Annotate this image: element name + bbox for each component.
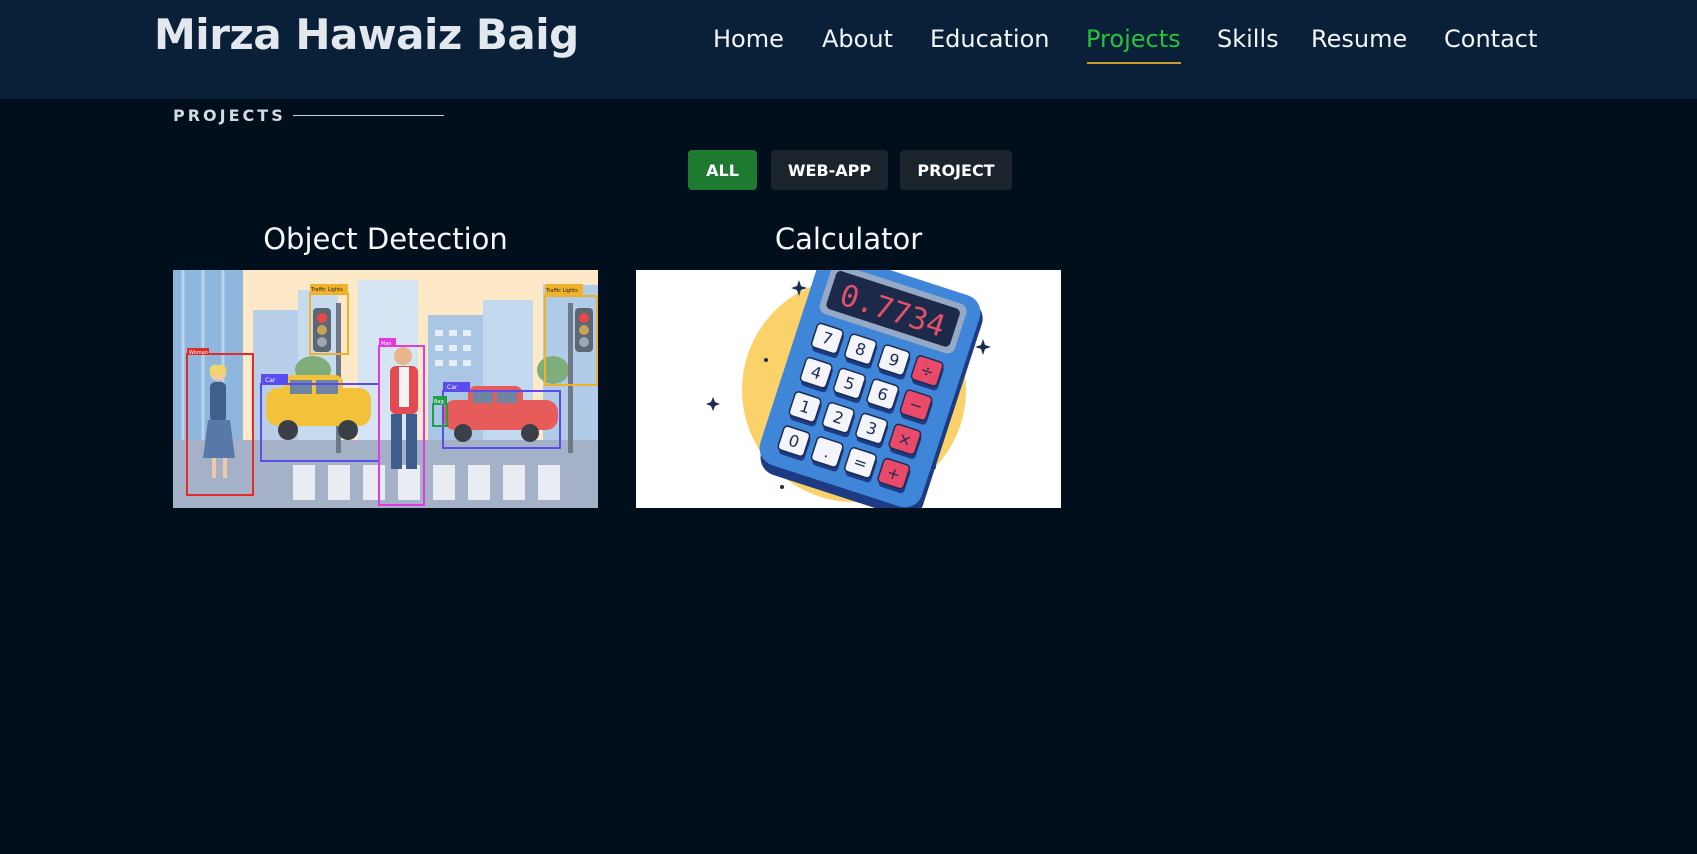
object-detection-thumbnail[interactable]: Woman Car Car Man Bag Traffic Lights Tra… <box>173 270 598 508</box>
project-title-calculator[interactable]: Calculator <box>636 222 1061 256</box>
nav-link-education[interactable]: Education <box>930 25 1049 53</box>
object-detection-illustration: Woman Car Car Man Bag Traffic Lights Tra… <box>173 270 598 508</box>
man-detection-label: Man <box>381 341 392 347</box>
nav-link-skills[interactable]: Skills <box>1217 25 1279 53</box>
nav-active-underline <box>1087 62 1181 64</box>
section-title-divider <box>293 115 444 116</box>
calculator-thumbnail[interactable]: 0.7734 7 8 9 ÷ 4 5 6−1 2 3 × 0. = + <box>636 270 1061 508</box>
filter-web-app-button[interactable]: WEB-APP <box>771 150 888 190</box>
calculator-illustration: 0.7734 789 ÷456 −123 ×0. = + <box>636 270 1061 508</box>
nav-link-about[interactable]: About <box>822 25 893 53</box>
main-nav: Home About Education Projects Skills Res… <box>0 0 1697 99</box>
nav-link-home[interactable]: Home <box>713 25 784 53</box>
traffic-light-detection-label-2: Traffic Lights <box>545 288 578 294</box>
nav-link-projects[interactable]: Projects <box>1086 25 1181 53</box>
car-detection-label-1: Car <box>265 377 276 384</box>
traffic-light-detection-label-1: Traffic Lights <box>310 287 343 293</box>
site-header: Mirza Hawaiz Baig Home About Education P… <box>0 0 1697 99</box>
filter-project-button[interactable]: PROJECT <box>900 150 1012 190</box>
nav-link-contact[interactable]: Contact <box>1444 25 1537 53</box>
car-detection-label-2: Car <box>447 384 458 391</box>
bag-detection-label: Bag <box>434 399 444 405</box>
project-title-object-detection[interactable]: Object Detection <box>173 222 598 256</box>
nav-link-resume[interactable]: Resume <box>1311 25 1407 53</box>
section-title: PROJECTS <box>173 106 286 125</box>
filter-all-button[interactable]: ALL <box>688 150 757 190</box>
woman-detection-label: Woman <box>189 350 208 356</box>
